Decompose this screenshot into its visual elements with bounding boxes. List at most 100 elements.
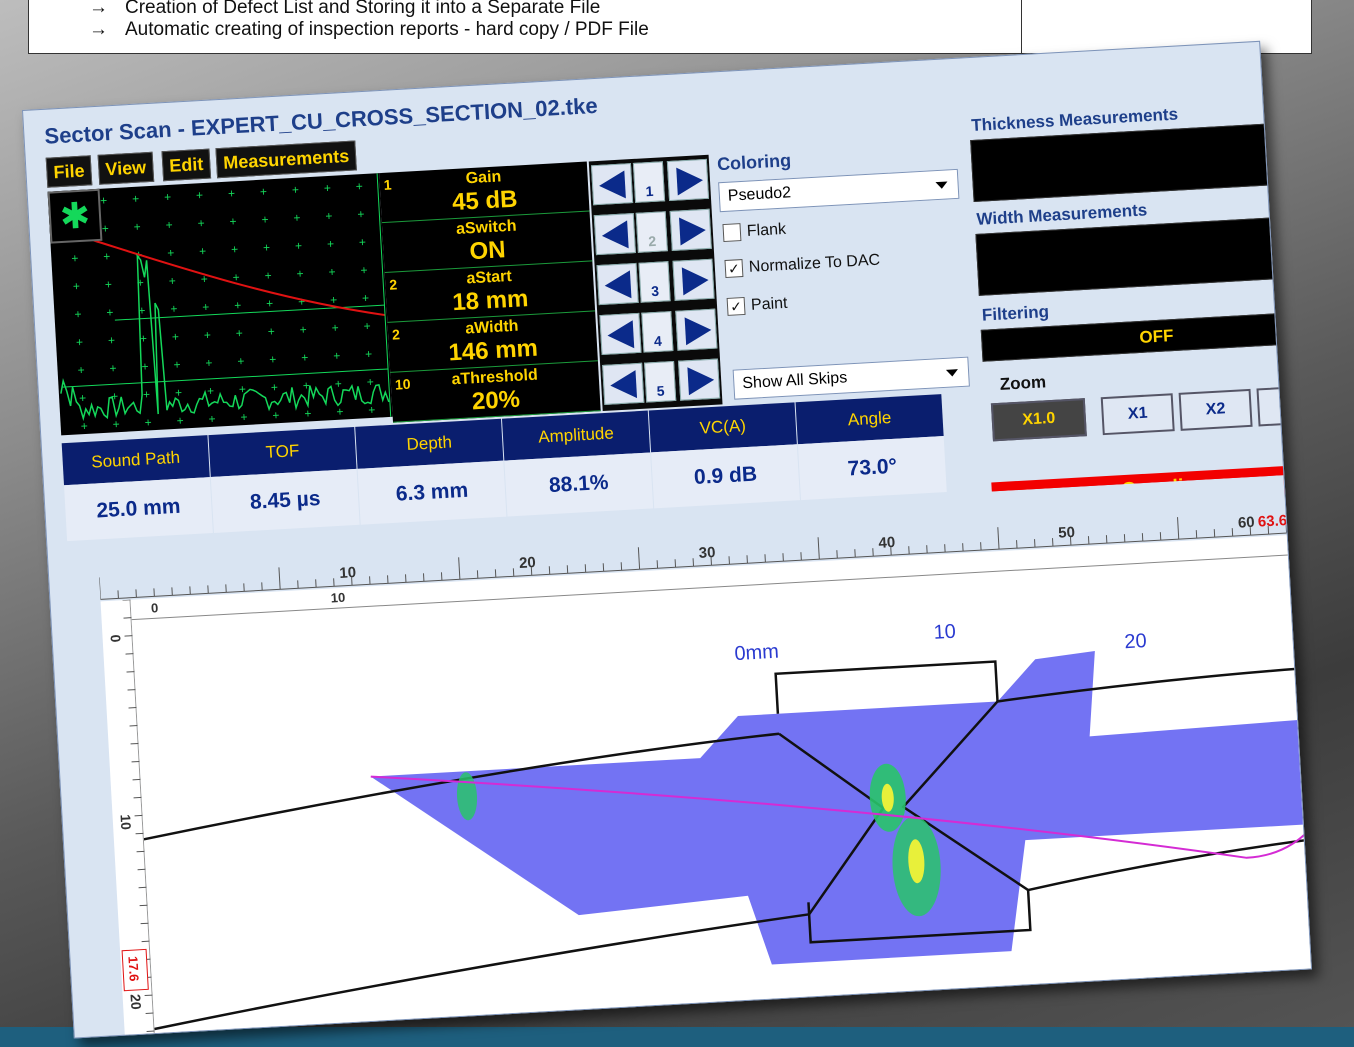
grid-dot: + bbox=[164, 190, 172, 204]
a-scan-display[interactable]: + + + + + + + + + + + + + + + + + + + + + + + + + + + + + + + + + + + + + + + +… bbox=[47, 173, 393, 436]
sector-scan-svg: 0 10 0mm 10 20 bbox=[131, 553, 1312, 1031]
edit-pen-button[interactable]: 2 bbox=[635, 211, 668, 253]
grid-dot: + bbox=[197, 216, 205, 230]
parameter-arrow-buttons: 1 2 3 4 5 bbox=[588, 154, 723, 412]
coloring-dropdown[interactable]: Pseudo2 bbox=[718, 168, 960, 213]
grid-dot: + bbox=[266, 296, 274, 310]
decrease-arrow-button[interactable] bbox=[599, 312, 642, 356]
increase-arrow-button[interactable] bbox=[669, 208, 712, 251]
ruler-marker-label: 63.6 bbox=[1257, 512, 1287, 531]
grid-dot: + bbox=[79, 391, 87, 405]
edit-pen-button[interactable]: 1 bbox=[632, 161, 666, 203]
grid-dot: + bbox=[240, 410, 248, 424]
grid-dot: + bbox=[199, 244, 207, 258]
decrease-arrow-button[interactable] bbox=[593, 213, 636, 256]
grid-dot: + bbox=[133, 220, 141, 234]
grid-dot: + bbox=[237, 354, 245, 368]
arrow-row-3: 3 bbox=[594, 255, 716, 310]
skips-dropdown[interactable]: Show All Skips bbox=[732, 356, 970, 400]
menu-view[interactable]: View bbox=[97, 151, 154, 185]
grid-dot: + bbox=[104, 277, 112, 291]
grid-dot: + bbox=[260, 184, 268, 198]
meas-depth: Depth 6.3 mm bbox=[355, 418, 507, 525]
left-arrow-icon bbox=[598, 170, 626, 200]
grid-dot: + bbox=[355, 179, 363, 193]
weld-scale-label: 10 bbox=[933, 621, 956, 644]
grid-dot: + bbox=[80, 419, 88, 433]
edit-pen-button[interactable]: 5 bbox=[644, 360, 677, 403]
weld-scale-label: 0mm bbox=[734, 641, 780, 665]
grid-dot: + bbox=[334, 377, 342, 391]
weld-scale-label: 20 bbox=[1124, 630, 1147, 653]
grid-dot: + bbox=[359, 235, 367, 249]
grid-dot: + bbox=[272, 408, 280, 422]
menu-measurements[interactable]: Measurements bbox=[215, 140, 357, 179]
paint-checkbox[interactable]: ✓ Paint bbox=[726, 295, 788, 317]
grid-dot: + bbox=[357, 207, 365, 221]
zoom-x1-button[interactable]: X1 bbox=[1100, 393, 1175, 436]
grid-dot: + bbox=[234, 298, 242, 312]
ruler-marker-label: 17.6 bbox=[125, 956, 141, 982]
normalize-dac-checkbox[interactable]: ✓ Normalize To DAC bbox=[724, 251, 880, 278]
flank-checkbox[interactable]: Flank bbox=[722, 221, 786, 243]
param-athreshold[interactable]: 10 aThreshold 20% bbox=[390, 361, 601, 423]
grid-dot: + bbox=[202, 300, 210, 314]
decrease-arrow-button[interactable] bbox=[596, 262, 639, 306]
grid-dot: + bbox=[172, 330, 180, 344]
edit-pen-button[interactable]: 3 bbox=[638, 261, 671, 303]
grid-dot: + bbox=[328, 265, 336, 279]
arrow-icon: → bbox=[89, 0, 108, 18]
grid-dot: + bbox=[360, 263, 368, 277]
grid-dot: + bbox=[229, 214, 237, 228]
grid-dot: + bbox=[106, 305, 114, 319]
ruler-tick-label: 0 bbox=[107, 634, 123, 643]
ruler-tick-label: 10 bbox=[117, 814, 134, 831]
ruler-tick-label: 10 bbox=[339, 564, 357, 582]
grid-dot: + bbox=[365, 347, 373, 361]
grid-dot: + bbox=[112, 417, 120, 431]
inner-ruler-label: 10 bbox=[330, 590, 345, 606]
decrease-arrow-button[interactable] bbox=[590, 163, 634, 206]
grid-dot: + bbox=[301, 350, 309, 364]
right-arrow-icon bbox=[679, 216, 707, 246]
grid-dot: + bbox=[141, 359, 149, 373]
menu-edit[interactable]: Edit bbox=[161, 148, 212, 182]
grid-dot: + bbox=[295, 239, 303, 253]
grid-dot: + bbox=[264, 268, 272, 282]
grid-dot: + bbox=[109, 361, 117, 375]
grid-dot: + bbox=[203, 328, 211, 342]
grid-dot: + bbox=[101, 221, 109, 235]
arrow-icon: → bbox=[89, 19, 108, 40]
grid-dot: + bbox=[304, 406, 312, 420]
filtering-label: Filtering bbox=[981, 302, 1050, 325]
zoom-x2-button[interactable]: X2 bbox=[1178, 388, 1253, 431]
ruler-tick-label: 20 bbox=[128, 994, 145, 1011]
sector-scan-window: Sector Scan - EXPERT_CU_CROSS_SECTION_02… bbox=[22, 40, 1312, 1039]
freeze-snowflake-icon[interactable]: ✱ bbox=[47, 188, 103, 244]
increase-arrow-button[interactable] bbox=[672, 258, 715, 301]
grid-dot: + bbox=[208, 412, 216, 426]
menu-file[interactable]: File bbox=[45, 155, 93, 188]
left-arrow-icon bbox=[603, 270, 632, 300]
column-divider bbox=[1021, 0, 1022, 53]
grid-dot: + bbox=[368, 403, 376, 417]
increase-arrow-button[interactable] bbox=[678, 358, 721, 401]
left-arrow-icon bbox=[601, 220, 629, 250]
coloring-label: Coloring bbox=[716, 150, 792, 175]
arrow-row-5: 5 bbox=[600, 354, 722, 409]
right-arrow-icon bbox=[687, 365, 715, 396]
zoom-x1-0-button[interactable]: X1.0 bbox=[990, 398, 1087, 442]
grid-dot: + bbox=[261, 212, 269, 226]
right-arrow-icon bbox=[681, 265, 710, 296]
increase-arrow-button[interactable] bbox=[675, 308, 718, 351]
grid-dot: + bbox=[323, 181, 331, 195]
sector-scan-view[interactable]: 0 10 0mm 10 20 bbox=[130, 534, 1312, 1039]
increase-arrow-button[interactable] bbox=[666, 158, 710, 202]
grid-dot: + bbox=[108, 333, 116, 347]
decrease-arrow-button[interactable] bbox=[602, 362, 645, 405]
right-arrow-icon bbox=[676, 166, 704, 196]
edit-pen-button[interactable]: 4 bbox=[641, 311, 674, 353]
meas-tof: TOF 8.45 µs bbox=[208, 426, 360, 533]
checkbox-box: ✓ bbox=[724, 259, 744, 278]
right-arrow-icon bbox=[684, 315, 713, 346]
